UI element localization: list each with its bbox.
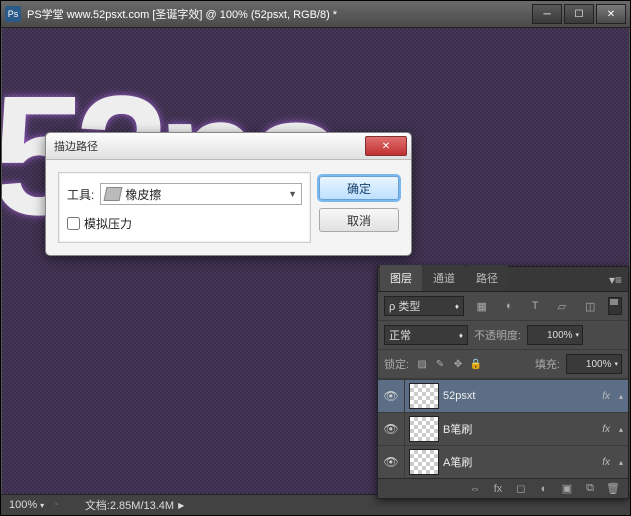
layer-thumbnail[interactable]: [409, 416, 439, 442]
maximize-button[interactable]: ☐: [564, 4, 594, 24]
fx-expand-icon[interactable]: ▴: [614, 392, 628, 401]
stroke-path-dialog: 描边路径 ✕ 工具: 橡皮擦 ▼ 模拟压力 确定 取消: [45, 132, 412, 256]
layer-style-icon[interactable]: fx: [491, 483, 505, 495]
minimize-button[interactable]: ─: [532, 4, 562, 24]
layer-thumbnail[interactable]: [409, 383, 439, 409]
layer-name[interactable]: B笔刷: [443, 421, 602, 437]
blend-mode-select[interactable]: 正常♦: [384, 325, 468, 345]
filter-smart-icon[interactable]: ◫: [585, 300, 595, 313]
fx-badge[interactable]: fx: [602, 457, 610, 468]
filter-pixel-icon[interactable]: ▦: [477, 300, 487, 313]
eraser-icon: [104, 187, 123, 201]
visibility-toggle[interactable]: 👁: [378, 446, 405, 478]
filter-kind-select[interactable]: ρ 类型♦: [384, 296, 464, 316]
fx-expand-icon[interactable]: ▴: [614, 425, 628, 434]
doc-size: 2.85M/13.4M: [110, 500, 174, 512]
tab-channels[interactable]: 通道: [423, 265, 465, 291]
visibility-toggle[interactable]: 👁: [378, 380, 405, 412]
status-icon[interactable]: ◔: [52, 499, 59, 511]
visibility-toggle[interactable]: 👁: [378, 413, 405, 445]
zoom-level[interactable]: 100%: [9, 499, 37, 511]
layer-name[interactable]: 52psxt: [443, 390, 602, 402]
layer-thumbnail[interactable]: [409, 449, 439, 475]
filter-adjust-icon[interactable]: ◐: [506, 300, 513, 313]
layers-panel: 图层 通道 路径 ▾≡ ρ 类型♦ ▦ ◐ T ▱ ◫ 正常♦ 不透明度: 10…: [377, 266, 629, 499]
doc-label: 文档:: [85, 500, 110, 512]
panel-menu-icon[interactable]: ▾≡: [603, 269, 628, 291]
close-button[interactable]: ✕: [596, 4, 626, 24]
layer-row[interactable]: 👁 52psxt fx ▴: [378, 379, 628, 412]
opacity-input[interactable]: 100%▾: [527, 325, 583, 345]
filter-type-icon[interactable]: T: [532, 300, 539, 313]
layer-row[interactable]: 👁 B笔刷 fx ▴: [378, 412, 628, 445]
fx-badge[interactable]: fx: [602, 391, 610, 402]
tab-paths[interactable]: 路径: [466, 265, 508, 291]
link-layers-icon[interactable]: ⇔: [468, 483, 482, 495]
layer-row[interactable]: 👁 A笔刷 fx ▴: [378, 445, 628, 478]
chevron-down-icon: ▼: [288, 189, 297, 199]
dialog-close-button[interactable]: ✕: [365, 136, 407, 156]
tab-layers[interactable]: 图层: [380, 265, 422, 291]
filter-shape-icon[interactable]: ▱: [558, 300, 566, 313]
fx-badge[interactable]: fx: [602, 424, 610, 435]
fill-input[interactable]: 100%▾: [566, 354, 622, 374]
fill-label: 填充:: [535, 356, 560, 372]
adjustment-layer-icon[interactable]: ◐: [537, 483, 551, 495]
fx-expand-icon[interactable]: ▴: [614, 458, 628, 467]
new-layer-icon[interactable]: ⧉: [583, 482, 597, 495]
window-title: PS学堂 www.52psxt.com [圣诞字效] @ 100% (52psx…: [27, 6, 530, 22]
lock-transparent-icon[interactable]: ▨: [415, 359, 429, 370]
cancel-button[interactable]: 取消: [319, 208, 399, 232]
simulate-pressure-input[interactable]: [67, 217, 80, 230]
tool-select[interactable]: 橡皮擦 ▼: [100, 183, 302, 205]
tool-label: 工具:: [67, 186, 94, 203]
simulate-pressure-label: 模拟压力: [84, 215, 132, 232]
lock-paint-icon[interactable]: ✎: [433, 359, 447, 370]
layer-name[interactable]: A笔刷: [443, 454, 602, 470]
delete-layer-icon[interactable]: 🗑: [606, 482, 620, 495]
filter-toggle[interactable]: [608, 297, 622, 315]
status-menu[interactable]: ▶: [178, 501, 184, 510]
layer-mask-icon[interactable]: ◻: [514, 482, 528, 495]
app-icon: Ps: [5, 6, 21, 22]
simulate-pressure-checkbox[interactable]: 模拟压力: [67, 215, 302, 232]
opacity-label: 不透明度:: [474, 327, 521, 343]
layer-list: 👁 52psxt fx ▴ 👁 B笔刷 fx ▴ 👁 A笔刷 fx ▴: [378, 379, 628, 478]
ok-button[interactable]: 确定: [319, 176, 399, 200]
lock-label: 锁定:: [384, 356, 409, 372]
tool-value: 橡皮擦: [125, 186, 161, 203]
group-icon[interactable]: ▣: [560, 482, 574, 495]
dialog-title: 描边路径: [54, 138, 365, 154]
lock-position-icon[interactable]: ✥: [451, 359, 465, 370]
lock-all-icon[interactable]: 🔒: [469, 359, 483, 370]
